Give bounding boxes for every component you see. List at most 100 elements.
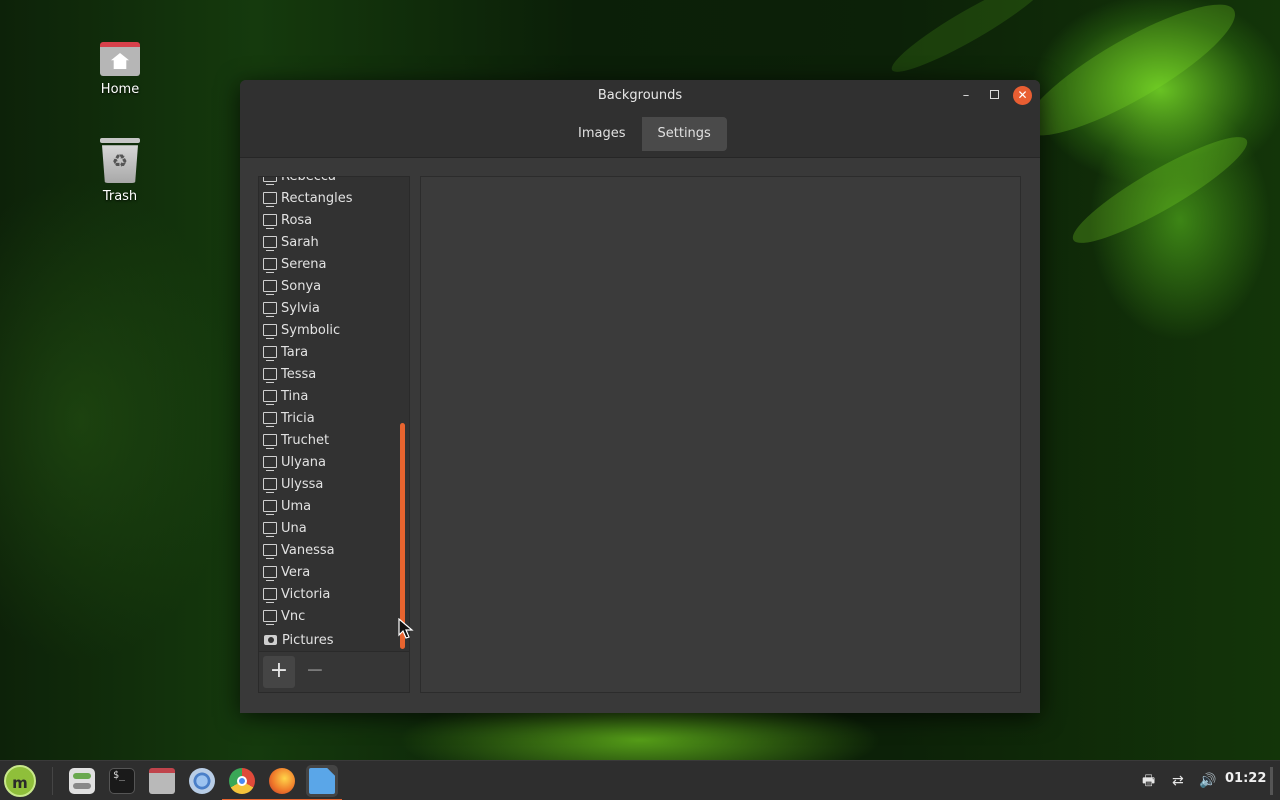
backgrounds-launcher[interactable] (302, 765, 342, 800)
list-item-label: Una (281, 520, 307, 536)
files-launcher[interactable] (146, 765, 178, 797)
list-item[interactable]: Tara (259, 341, 397, 363)
monitor-icon (263, 280, 277, 295)
tab-settings[interactable]: Settings (641, 117, 727, 151)
list-item[interactable]: Serena (259, 253, 397, 275)
list-item-label: Tessa (281, 366, 317, 382)
list-item[interactable]: Symbolic (259, 319, 397, 341)
backgrounds-window: Backgrounds – ✕ Images Settings RebeccaR… (240, 80, 1040, 713)
chromium-launcher[interactable] (186, 765, 218, 797)
monitor-icon (263, 346, 277, 361)
desktop-trash[interactable]: ♻ Trash (80, 138, 160, 204)
list-item-label: Tara (281, 344, 309, 360)
mouse-cursor-icon (398, 618, 414, 639)
list-item-label: Rebecca (281, 177, 336, 184)
desktop-home[interactable]: Home (80, 42, 160, 97)
list-item[interactable]: Pictures (259, 629, 397, 651)
monitor-icon (263, 214, 277, 229)
desktop-home-label: Home (100, 82, 140, 97)
maximize-button[interactable] (984, 86, 1004, 106)
taskbar: m $_ 🖶 ⇄ 🔊 01:22 (0, 760, 1280, 800)
monitor-icon (263, 258, 277, 273)
list-item[interactable]: Truchet (259, 429, 397, 451)
monitor-icon (263, 478, 277, 493)
list-item[interactable]: Rosa (259, 209, 397, 231)
list-item-label: Sonya (281, 278, 322, 294)
list-item[interactable]: Sarah (259, 231, 397, 253)
monitor-icon (263, 192, 277, 207)
mint-menu-button[interactable]: m (4, 765, 36, 797)
monitor-icon (263, 522, 277, 537)
terminal-icon: $_ (109, 768, 135, 794)
list-item-label: Pictures (282, 632, 334, 648)
panel-handle (1270, 767, 1273, 795)
list-item-label: Truchet (281, 432, 330, 448)
monitor-icon (263, 566, 277, 581)
monitor-icon (263, 434, 277, 449)
list-item[interactable]: Ulyana (259, 451, 397, 473)
list-item-label: Tina (281, 388, 309, 404)
tab-images[interactable]: Images (562, 117, 642, 151)
list-item-label: Sarah (281, 234, 319, 250)
remove-folder-button[interactable]: − (299, 656, 331, 688)
list-item[interactable]: Tricia (259, 407, 397, 429)
list-item-label: Victoria (281, 586, 331, 602)
list-item[interactable]: Vera (259, 561, 397, 583)
close-button[interactable]: ✕ (1013, 86, 1032, 105)
list-item-label: Uma (281, 498, 312, 514)
monitor-icon (263, 544, 277, 559)
terminal-launcher[interactable]: $_ (106, 765, 138, 797)
monitor-icon (263, 610, 277, 625)
chrome-launcher[interactable] (222, 765, 262, 800)
taskbar-separator (52, 767, 53, 795)
list-item[interactable]: Una (259, 517, 397, 539)
add-folder-button[interactable]: + (263, 656, 295, 688)
list-item[interactable]: Rectangles (259, 187, 397, 209)
list-item-label: Vnc (281, 608, 306, 624)
monitor-icon (263, 456, 277, 471)
printer-icon[interactable]: 🖶 (1142, 771, 1155, 791)
list-item[interactable]: Ulyssa (259, 473, 397, 495)
collection-list[interactable]: Rebecca Rectangles Rosa Sarah Serena Sonya Syl… (259, 177, 397, 652)
list-item-label: Vera (281, 564, 311, 580)
list-item[interactable]: Vnc (259, 605, 397, 627)
monitor-icon (263, 236, 277, 251)
clock[interactable]: 01:22 (1225, 771, 1266, 786)
list-item[interactable]: Tina (259, 385, 397, 407)
network-disconnected-icon[interactable]: ⇄ (1172, 771, 1184, 791)
list-toolbar: + − (259, 651, 409, 692)
list-item-label: Tricia (281, 410, 315, 426)
firefox-icon (269, 768, 295, 794)
monitor-icon (263, 500, 277, 515)
list-item-label: Symbolic (281, 322, 341, 338)
list-item[interactable]: Tessa (259, 363, 397, 385)
list-scrollbar[interactable] (400, 423, 405, 649)
firefox-launcher[interactable] (262, 765, 302, 800)
collection-sidebar: Rebecca Rectangles Rosa Sarah Serena Sonya Syl… (258, 176, 410, 693)
list-item[interactable]: Rebecca (259, 177, 397, 187)
list-item[interactable]: Uma (259, 495, 397, 517)
image-preview-panel[interactable] (420, 176, 1021, 693)
list-item[interactable]: Vanessa (259, 539, 397, 561)
monitor-icon (263, 588, 277, 603)
home-folder-icon (100, 42, 140, 76)
monitor-icon (263, 390, 277, 405)
settings-launcher[interactable] (66, 765, 98, 797)
chromium-icon (189, 768, 215, 794)
list-item[interactable]: Victoria (259, 583, 397, 605)
monitor-icon (263, 177, 277, 185)
monitor-icon (263, 324, 277, 339)
list-item-label: Serena (281, 256, 327, 272)
window-title: Backgrounds (597, 88, 683, 103)
monitor-icon (263, 368, 277, 383)
minimize-button[interactable]: – (956, 86, 976, 106)
list-item[interactable]: Sonya (259, 275, 397, 297)
desktop-trash-label: Trash (102, 189, 138, 204)
list-item-label: Vanessa (281, 542, 335, 558)
list-item-label: Ulyssa (281, 476, 324, 492)
list-item-label: Rosa (281, 212, 313, 228)
folder-icon (149, 768, 175, 794)
titlebar[interactable]: Backgrounds – ✕ Images Settings (240, 80, 1040, 158)
volume-icon[interactable]: 🔊 (1199, 771, 1216, 791)
list-item[interactable]: Sylvia (259, 297, 397, 319)
